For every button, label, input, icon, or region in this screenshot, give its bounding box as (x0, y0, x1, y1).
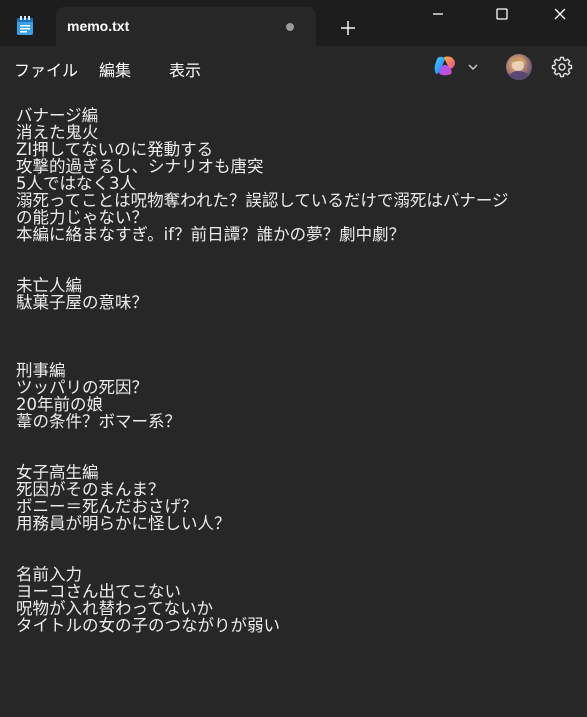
text-line: 名前入力 (16, 565, 82, 584)
text-line: 溺死ってことは呪物奪われた？誤認しているだけで溺死はバナージ (16, 191, 509, 210)
text-line: 攻撃的過ぎるし、シナリオも唐突 (16, 157, 264, 176)
unsaved-indicator[interactable] (286, 23, 294, 31)
text-line: 刑事編 (16, 361, 66, 380)
minimize-button[interactable] (418, 0, 458, 30)
new-tab-button[interactable]: + (334, 14, 362, 42)
text-line: 用務員が明らかに怪しい人？ (16, 514, 231, 533)
maximize-icon (496, 8, 508, 20)
maximize-button[interactable] (482, 0, 522, 30)
text-line: 本編に絡まなすぎ。if？前日譚？誰かの夢？劇中劇？ (16, 225, 406, 244)
text-line: 呪物が入れ替わってないか (16, 599, 214, 618)
text-line: 未亡人編 (16, 276, 82, 295)
gear-icon[interactable] (551, 56, 573, 78)
notepad-icon (17, 16, 33, 35)
minimize-icon (433, 13, 443, 15)
text-line: ボニー＝死んだおさげ？ (16, 497, 198, 516)
close-icon (554, 8, 566, 20)
text-line: の能力じゃない？ (16, 208, 148, 227)
text-line: ヨーコさん出てこない (16, 582, 181, 601)
tab-memo[interactable]: memo.txt (56, 7, 316, 46)
text-line: 5人ではなく3人 (16, 174, 136, 193)
avatar[interactable] (506, 54, 532, 80)
text-line: バナージ編 (16, 106, 99, 125)
text-editor[interactable]: バナージ編 消えた鬼火 ZI押してないのに発動する 攻撃的過ぎるし、シナリオも唐… (0, 87, 587, 717)
text-line: 駄菓子屋の意味？ (16, 293, 148, 312)
text-line: 20年前の娘 (16, 395, 103, 414)
menu-file[interactable]: ファイル (14, 57, 78, 81)
text-line: 死因がそのまんま？ (16, 480, 165, 499)
menu-edit[interactable]: 編集 (99, 57, 131, 81)
title-bar: memo.txt + (0, 0, 587, 46)
text-line: 消えた鬼火 (16, 123, 99, 142)
text-line: ツッパリの死因？ (16, 378, 148, 397)
text-line: 葦の条件？ボマー系？ (16, 412, 181, 431)
avatar-image (508, 56, 530, 80)
menu-bar: ファイル 編集 表示 (0, 46, 587, 87)
tab-title: memo.txt (67, 18, 130, 34)
text-line: タイトルの女の子のつながりが弱い (16, 616, 280, 635)
menu-view[interactable]: 表示 (169, 57, 201, 81)
chevron-down-icon[interactable] (466, 60, 480, 74)
copilot-icon[interactable] (433, 55, 457, 77)
text-line: ZI押してないのに発動する (16, 140, 214, 159)
close-button[interactable] (540, 0, 580, 30)
text-line: 女子高生編 (16, 463, 99, 482)
